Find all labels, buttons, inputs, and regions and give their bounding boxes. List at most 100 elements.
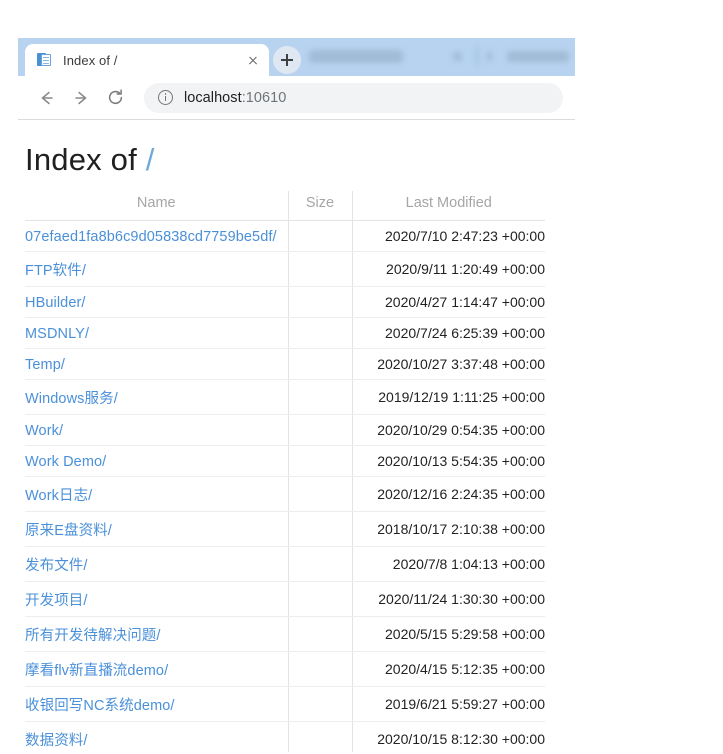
table-row: Work日志/2020/12/16 2:24:35 +00:00 xyxy=(25,476,545,512)
table-row: FTP软件/2020/9/11 1:20:49 +00:00 xyxy=(25,251,545,287)
cell-modified: 2020/4/27 1:14:47 +00:00 xyxy=(352,286,545,318)
cell-name: Windows服务/ xyxy=(25,379,289,415)
directory-link[interactable]: Temp/ xyxy=(25,357,65,373)
cell-size xyxy=(288,220,353,252)
table-row: 07efaed1fa8b6c9d05838cd7759be5df/2020/7/… xyxy=(25,220,545,252)
cell-size xyxy=(288,251,353,287)
cell-name: 原来E盘资料/ xyxy=(25,511,289,547)
directory-link[interactable]: Windows服务/ xyxy=(25,391,118,407)
cell-name: Work/ xyxy=(25,414,289,446)
directory-link[interactable]: Work/ xyxy=(25,423,63,439)
cell-modified: 2020/5/15 5:29:58 +00:00 xyxy=(352,616,545,652)
cell-name: 数据资料/ xyxy=(25,721,289,752)
table-row: 收银回写NC系统demo/2019/6/21 5:59:27 +00:00 xyxy=(25,686,545,722)
cell-size xyxy=(288,414,353,446)
cell-size xyxy=(288,476,353,512)
cell-modified: 2019/6/21 5:59:27 +00:00 xyxy=(352,686,545,722)
directory-link[interactable]: 摩看flv新直播流demo/ xyxy=(25,663,168,679)
cell-modified: 2020/10/13 5:54:35 +00:00 xyxy=(352,445,545,477)
page-content: Index of / Name Size Last Modified 07efa… xyxy=(18,120,575,752)
table-row: 所有开发待解决问题/2020/5/15 5:29:58 +00:00 xyxy=(25,616,545,652)
info-circle-icon[interactable] xyxy=(158,90,173,105)
cell-modified: 2020/7/8 1:04:13 +00:00 xyxy=(352,546,545,582)
cell-modified: 2020/12/16 2:24:35 +00:00 xyxy=(352,476,545,512)
page-title-prefix: Index of xyxy=(25,142,146,177)
directory-link[interactable]: 原来E盘资料/ xyxy=(25,523,112,539)
browser-toolbar: localhost:10610 xyxy=(18,76,575,120)
table-row: 数据资料/2020/10/15 8:12:30 +00:00 xyxy=(25,721,545,752)
cell-size xyxy=(288,686,353,722)
table-body: 07efaed1fa8b6c9d05838cd7759be5df/2020/7/… xyxy=(25,220,545,752)
cell-name: MSDNLY/ xyxy=(25,317,289,349)
cell-modified: 2020/9/11 1:20:49 +00:00 xyxy=(352,251,545,287)
directory-link[interactable]: MSDNLY/ xyxy=(25,326,89,342)
cell-size xyxy=(288,616,353,652)
cell-size xyxy=(288,651,353,687)
directory-link[interactable]: 数据资料/ xyxy=(25,733,88,749)
back-arrow-icon[interactable] xyxy=(32,83,62,113)
cell-modified: 2019/12/19 1:11:25 +00:00 xyxy=(352,379,545,415)
tab-strip: Index of / xyxy=(18,38,575,76)
directory-listing-table: Name Size Last Modified 07efaed1fa8b6c9d… xyxy=(25,191,545,752)
close-icon[interactable] xyxy=(243,50,263,70)
table-header-row: Name Size Last Modified xyxy=(25,191,545,221)
cell-size xyxy=(288,546,353,582)
cell-modified: 2020/4/15 5:12:35 +00:00 xyxy=(352,651,545,687)
url-host: localhost xyxy=(184,89,242,106)
directory-link[interactable]: HBuilder/ xyxy=(25,295,86,311)
table-row: Windows服务/2019/12/19 1:11:25 +00:00 xyxy=(25,379,545,415)
cell-name: Work Demo/ xyxy=(25,445,289,477)
column-header-modified[interactable]: Last Modified xyxy=(352,191,545,221)
cell-name: 开发项目/ xyxy=(25,581,289,617)
forward-arrow-icon[interactable] xyxy=(66,83,96,113)
new-tab-button[interactable] xyxy=(273,46,301,74)
browser-window: Index of / localhost:10610 Index of / Na… xyxy=(18,38,575,754)
tab-strip-left-edge xyxy=(18,38,25,76)
reload-icon[interactable] xyxy=(100,83,130,113)
directory-link[interactable]: FTP软件/ xyxy=(25,263,86,279)
screenshot-root: Index of / localhost:10610 Index of / Na… xyxy=(0,0,723,754)
column-header-size[interactable]: Size xyxy=(288,191,353,221)
cell-name: 摩看flv新直播流demo/ xyxy=(25,651,289,687)
cell-modified: 2020/7/10 2:47:23 +00:00 xyxy=(352,220,545,252)
table-row: Work/2020/10/29 0:54:35 +00:00 xyxy=(25,414,545,446)
address-bar[interactable]: localhost:10610 xyxy=(144,82,563,113)
table-row: 摩看flv新直播流demo/2020/4/15 5:12:35 +00:00 xyxy=(25,651,545,687)
cell-name: 所有开发待解决问题/ xyxy=(25,616,289,652)
cell-modified: 2020/11/24 1:30:30 +00:00 xyxy=(352,581,545,617)
directory-link[interactable]: 开发项目/ xyxy=(25,593,88,609)
directory-link[interactable]: 收银回写NC系统demo/ xyxy=(25,698,175,714)
table-row: 发布文件/2020/7/8 1:04:13 +00:00 xyxy=(25,546,545,582)
table-row: MSDNLY/2020/7/24 6:25:39 +00:00 xyxy=(25,317,545,349)
page-title-path: / xyxy=(145,142,155,177)
directory-link[interactable]: Work Demo/ xyxy=(25,454,106,470)
cell-name: 收银回写NC系统demo/ xyxy=(25,686,289,722)
column-header-name[interactable]: Name xyxy=(25,191,289,221)
cell-name: Temp/ xyxy=(25,348,289,380)
cell-name: 发布文件/ xyxy=(25,546,289,582)
cell-modified: 2020/10/29 0:54:35 +00:00 xyxy=(352,414,545,446)
directory-link[interactable]: Work日志/ xyxy=(25,488,92,504)
cell-size xyxy=(288,317,353,349)
table-row: 开发项目/2020/11/24 1:30:30 +00:00 xyxy=(25,581,545,617)
redacted-tab-region xyxy=(301,38,575,76)
cell-name: FTP软件/ xyxy=(25,251,289,287)
directory-link[interactable]: 07efaed1fa8b6c9d05838cd7759be5df/ xyxy=(25,229,277,245)
cell-size xyxy=(288,581,353,617)
table-header: Name Size Last Modified xyxy=(25,191,545,221)
table-row: HBuilder/2020/4/27 1:14:47 +00:00 xyxy=(25,286,545,318)
directory-link[interactable]: 所有开发待解决问题/ xyxy=(25,628,161,644)
cell-name: 07efaed1fa8b6c9d05838cd7759be5df/ xyxy=(25,220,289,252)
cell-name: HBuilder/ xyxy=(25,286,289,318)
directory-link[interactable]: 发布文件/ xyxy=(25,558,88,574)
cell-modified: 2020/10/27 3:37:48 +00:00 xyxy=(352,348,545,380)
cell-size xyxy=(288,379,353,415)
cell-size xyxy=(288,286,353,318)
table-row: Work Demo/2020/10/13 5:54:35 +00:00 xyxy=(25,445,545,477)
cell-name: Work日志/ xyxy=(25,476,289,512)
document-icon xyxy=(37,52,53,68)
tab-title: Index of / xyxy=(63,52,118,68)
cell-size xyxy=(288,721,353,752)
browser-tab[interactable]: Index of / xyxy=(25,44,269,76)
cell-size xyxy=(288,511,353,547)
